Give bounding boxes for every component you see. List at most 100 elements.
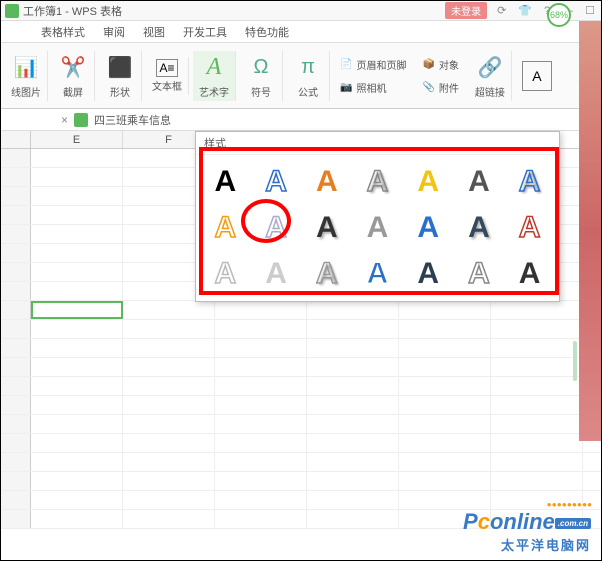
row-header[interactable] <box>1 358 31 376</box>
cell[interactable] <box>31 301 123 319</box>
cell[interactable] <box>399 339 491 357</box>
cell[interactable] <box>31 491 123 509</box>
cell[interactable] <box>123 396 215 414</box>
cell[interactable] <box>31 263 123 281</box>
cell[interactable] <box>31 510 123 528</box>
wordart-style-1[interactable]: A <box>251 159 302 205</box>
cell[interactable] <box>215 301 307 319</box>
cell[interactable] <box>31 434 123 452</box>
cell[interactable] <box>307 377 399 395</box>
cell[interactable] <box>215 320 307 338</box>
cell[interactable] <box>31 168 123 186</box>
cell[interactable] <box>307 453 399 471</box>
cell[interactable] <box>123 377 215 395</box>
wordart-style-2[interactable]: A <box>301 159 352 205</box>
wordart-style-12[interactable]: A <box>454 205 505 251</box>
login-button[interactable]: 未登录 <box>445 2 487 19</box>
scrollbar-thumb[interactable] <box>573 341 577 381</box>
cell[interactable] <box>399 301 491 319</box>
ribbon-symbol[interactable]: Ω 符号 <box>240 51 283 101</box>
cell[interactable] <box>31 225 123 243</box>
row-header[interactable] <box>1 320 31 338</box>
cell[interactable] <box>123 415 215 433</box>
tab-features[interactable]: 特色功能 <box>245 24 289 40</box>
row-header[interactable] <box>1 377 31 395</box>
wordart-style-5[interactable]: A <box>454 159 505 205</box>
cell[interactable] <box>215 453 307 471</box>
cell[interactable] <box>123 472 215 490</box>
cell[interactable] <box>31 339 123 357</box>
cell[interactable] <box>123 301 215 319</box>
cell[interactable] <box>491 396 583 414</box>
tab-table-style[interactable]: 表格样式 <box>41 24 85 40</box>
wordart-style-7[interactable]: A <box>200 205 251 251</box>
select-all-corner[interactable] <box>1 131 31 148</box>
tshirt-icon[interactable]: 👕 <box>516 4 534 17</box>
cell[interactable] <box>491 434 583 452</box>
cell[interactable] <box>307 472 399 490</box>
row-header[interactable] <box>1 149 31 167</box>
wordart-style-11[interactable]: A <box>403 205 454 251</box>
row-header[interactable] <box>1 415 31 433</box>
row-header[interactable] <box>1 453 31 471</box>
row-header[interactable] <box>1 510 31 528</box>
cell[interactable] <box>399 434 491 452</box>
cell[interactable] <box>307 339 399 357</box>
cell[interactable] <box>215 415 307 433</box>
cell[interactable] <box>31 149 123 167</box>
wordart-style-18[interactable]: A <box>403 251 454 297</box>
cell[interactable] <box>491 472 583 490</box>
ribbon-object[interactable]: 📦对象 <box>422 55 458 74</box>
tab-dev-tools[interactable]: 开发工具 <box>183 24 227 40</box>
wordart-style-17[interactable]: A <box>352 251 403 297</box>
cell[interactable] <box>399 377 491 395</box>
cell[interactable] <box>215 491 307 509</box>
cell[interactable] <box>307 434 399 452</box>
cell[interactable] <box>31 320 123 338</box>
row-header[interactable] <box>1 396 31 414</box>
cell[interactable] <box>123 358 215 376</box>
wordart-style-15[interactable]: A <box>251 251 302 297</box>
wordart-style-14[interactable]: A <box>200 251 251 297</box>
row-header[interactable] <box>1 339 31 357</box>
wordart-style-19[interactable]: A <box>454 251 505 297</box>
cell[interactable] <box>399 415 491 433</box>
row-header[interactable] <box>1 491 31 509</box>
cell[interactable] <box>399 396 491 414</box>
cell[interactable] <box>123 339 215 357</box>
row-header[interactable] <box>1 168 31 186</box>
cell[interactable] <box>123 320 215 338</box>
cell[interactable] <box>123 491 215 509</box>
wordart-style-10[interactable]: A <box>352 205 403 251</box>
wordart-style-6[interactable]: A <box>504 159 555 205</box>
row-header[interactable] <box>1 187 31 205</box>
maximize-button[interactable]: ☐ <box>583 4 597 17</box>
cell[interactable] <box>123 453 215 471</box>
ribbon-a-border[interactable]: A <box>516 59 558 93</box>
ribbon-wordart[interactable]: A 艺术字 <box>193 51 236 101</box>
cell[interactable] <box>215 339 307 357</box>
row-header[interactable] <box>1 301 31 319</box>
cell[interactable] <box>215 472 307 490</box>
ribbon-textbox[interactable]: A≡ 文本框 <box>146 57 189 95</box>
cell[interactable] <box>307 358 399 376</box>
row-header[interactable] <box>1 225 31 243</box>
cell[interactable] <box>31 377 123 395</box>
ribbon-camera[interactable]: 📷照相机 <box>340 78 406 97</box>
ribbon-linechart[interactable]: 📊 线图片 <box>5 51 48 101</box>
cell[interactable] <box>215 434 307 452</box>
wordart-style-13[interactable]: A <box>504 205 555 251</box>
row-header[interactable] <box>1 244 31 262</box>
cell[interactable] <box>215 510 307 528</box>
cell[interactable] <box>307 320 399 338</box>
cell[interactable] <box>31 187 123 205</box>
cell[interactable] <box>491 358 583 376</box>
cell[interactable] <box>31 282 123 300</box>
row-header[interactable] <box>1 206 31 224</box>
cell[interactable] <box>31 453 123 471</box>
wordart-style-0[interactable]: A <box>200 159 251 205</box>
wordart-style-4[interactable]: A <box>403 159 454 205</box>
cell[interactable] <box>491 320 583 338</box>
cell[interactable] <box>31 396 123 414</box>
row-header[interactable] <box>1 434 31 452</box>
